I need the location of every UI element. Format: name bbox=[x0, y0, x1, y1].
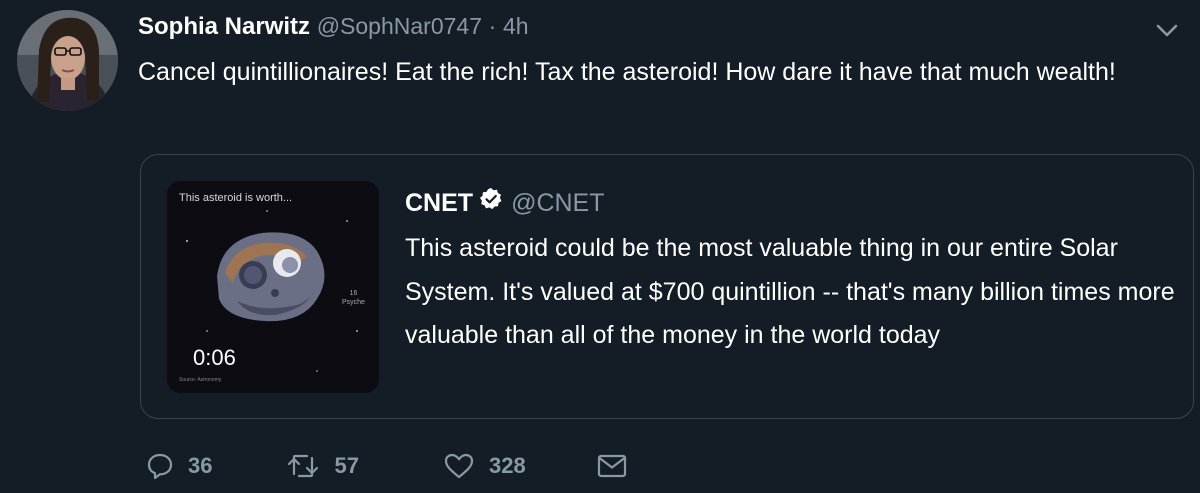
tweet-header: Sophia Narwitz @SophNar0747 · 4h bbox=[138, 12, 529, 41]
tweet-actions: 36 57 328 bbox=[146, 452, 628, 480]
reply-count: 36 bbox=[188, 453, 213, 478]
reply-button[interactable]: 36 bbox=[146, 452, 212, 480]
heart-icon bbox=[443, 452, 475, 480]
quoted-tweet[interactable]: This asteroid is worth... 16 Psyche 0:06… bbox=[140, 154, 1194, 419]
tweet-text: Cancel quintillionaires! Eat the rich! T… bbox=[138, 58, 1116, 86]
quoted-tweet-text: This asteroid could be the most valuable… bbox=[405, 234, 1175, 349]
video-caption: This asteroid is worth... bbox=[179, 192, 293, 204]
tweet: Sophia Narwitz @SophNar0747 · 4h Cancel … bbox=[0, 0, 1200, 493]
quoted-author-name[interactable]: CNET bbox=[405, 188, 473, 218]
video-side-text: 16 Psyche bbox=[342, 290, 365, 306]
retweet-button[interactable]: 57 bbox=[286, 452, 359, 480]
avatar[interactable] bbox=[17, 10, 118, 111]
like-button[interactable]: 328 bbox=[443, 452, 526, 480]
tweet-time[interactable]: 4h bbox=[503, 13, 529, 39]
like-count: 328 bbox=[488, 453, 526, 478]
verified-badge-icon bbox=[479, 187, 503, 218]
retweet-icon bbox=[286, 452, 320, 480]
author-handle[interactable]: @SophNar0747 bbox=[317, 13, 482, 39]
chevron-down-icon[interactable] bbox=[1152, 16, 1182, 46]
direct-message-button[interactable] bbox=[596, 453, 628, 479]
video-duration: 0:06 bbox=[193, 345, 236, 370]
video-thumbnail[interactable]: This asteroid is worth... 16 Psyche 0:06… bbox=[167, 181, 379, 393]
quoted-tweet-header: CNET @CNET bbox=[405, 187, 605, 218]
separator-dot: · bbox=[488, 13, 497, 39]
reply-icon bbox=[146, 452, 174, 480]
envelope-icon bbox=[596, 453, 628, 479]
video-footnote: Source: Astronomy bbox=[179, 377, 222, 383]
retweet-count: 57 bbox=[334, 453, 359, 478]
author-name[interactable]: Sophia Narwitz bbox=[138, 13, 310, 40]
quoted-author-handle[interactable]: @CNET bbox=[511, 188, 604, 218]
